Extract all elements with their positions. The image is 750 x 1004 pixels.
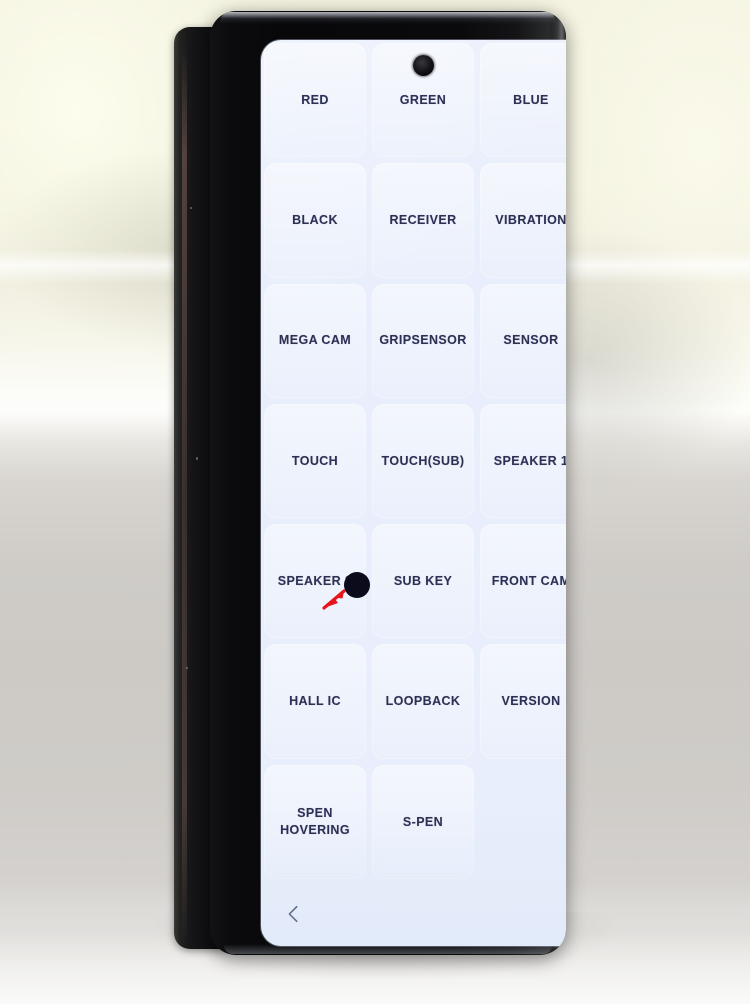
phone-device: RED GREEN BLUE BLACK RECEIVER VIBRATION MEGA C… [174,11,566,955]
test-button-label: TOUCH [291,453,339,468]
test-button-label: GRIPSENSOR [379,333,467,348]
screenshot-stage: RED GREEN BLUE BLACK RECEIVER VIBRATION MEGA C… [0,0,750,1004]
test-button[interactable]: VIBRATION [477,160,566,280]
test-button[interactable]: TOUCH(SUB) [369,401,477,521]
test-button-label: SENSOR [503,333,559,348]
test-button-label: TOUCH(SUB) [381,453,465,468]
test-button[interactable]: HALL IC [261,641,369,761]
test-button-label: HALL IC [289,694,341,709]
front-camera-punch-hole-icon [413,55,434,76]
test-button-label: MEGA CAM [278,333,352,348]
test-button-label: SPEN HOVERING [280,806,350,837]
phone-screen: RED GREEN BLUE BLACK RECEIVER VIBRATION MEGA C… [261,40,566,946]
test-button-label: BLUE [513,92,549,107]
test-button-label: VIBRATION [495,213,566,228]
test-button-label: RED [301,92,329,107]
hinge-speck [190,207,192,209]
test-button-label: BLACK [292,213,338,228]
test-button[interactable]: LOOPBACK [369,641,477,761]
test-button[interactable]: FRONT CAM [477,521,566,641]
test-button[interactable]: VERSION [477,641,566,761]
test-button[interactable]: MEGA CAM [261,281,369,401]
test-button-surface [480,765,566,879]
test-button[interactable]: TOUCH [261,401,369,521]
test-button[interactable]: SUB KEY [369,521,477,641]
test-button-label: RECEIVER [389,213,457,228]
test-button[interactable]: S-PEN [369,762,477,882]
test-button[interactable]: BLUE [477,40,566,160]
diagnostic-test-grid: RED GREEN BLUE BLACK RECEIVER VIBRATION MEGA C… [261,40,566,882]
test-button-label: VERSION [501,694,561,709]
test-button[interactable]: BLACK [261,160,369,280]
phone-body: RED GREEN BLUE BLACK RECEIVER VIBRATION MEGA C… [210,11,566,955]
bottom-nav-bar [261,882,566,946]
test-button-label: LOOPBACK [385,694,461,709]
test-button[interactable]: SENSOR [477,281,566,401]
chevron-left-icon[interactable] [283,903,305,925]
hinge-speck [186,667,188,669]
hinge-sheen [182,47,187,947]
test-button[interactable]: RED [261,40,369,160]
hinge-speck [196,457,198,460]
test-button-label: GREEN [399,92,447,107]
test-button-label: SPEAKER 1 [493,453,566,468]
test-button[interactable]: RECEIVER [369,160,477,280]
test-button-label: S-PEN [402,814,444,829]
body-top-highlight [220,12,556,24]
test-button[interactable]: SPEN HOVERING [261,762,369,882]
test-button-label: SUB KEY [393,574,453,589]
test-button[interactable]: SPEAKER 1 [477,401,566,521]
annotation-arrow-icon [322,589,346,610]
test-button[interactable]: GRIPSENSOR [369,281,477,401]
grid-cell-empty [477,762,566,882]
test-button-label: FRONT CAM [491,574,566,589]
